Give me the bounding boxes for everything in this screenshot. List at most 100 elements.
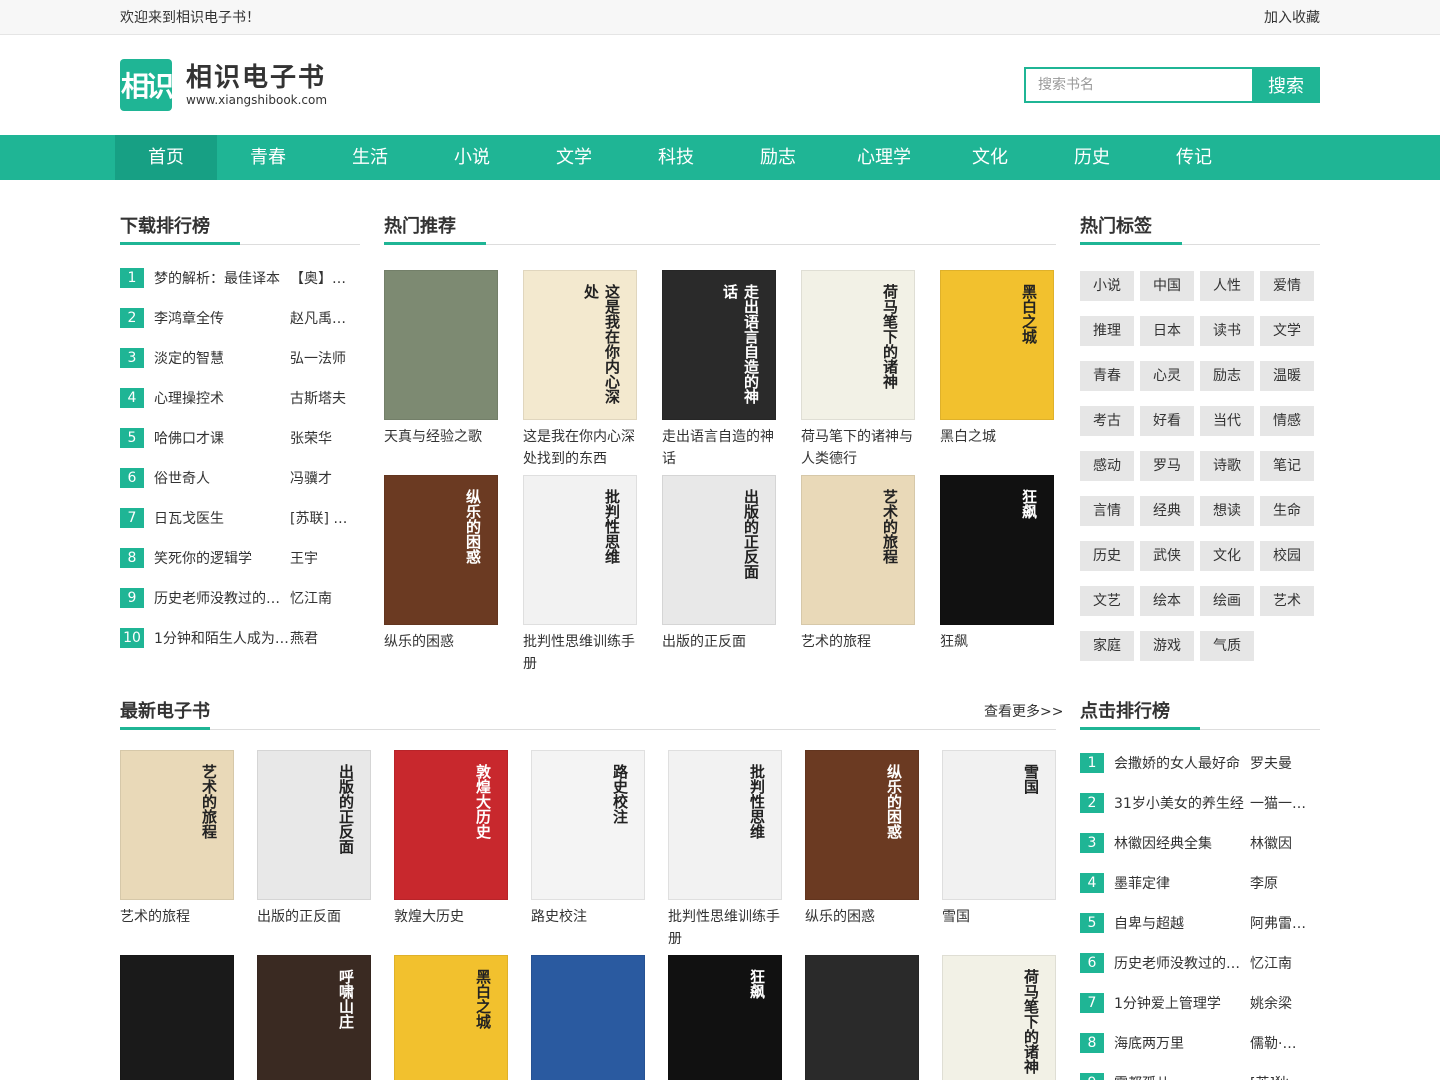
nav-item-9[interactable]: 历史 [1041,135,1143,180]
search-button[interactable]: 搜索 [1252,67,1320,103]
book-title[interactable]: 纵乐的困惑 [805,906,919,928]
tag-1[interactable]: 中国 [1140,271,1194,301]
book-card[interactable] [805,955,919,1080]
tag-32[interactable]: 家庭 [1080,631,1134,661]
nav-item-5[interactable]: 科技 [625,135,727,180]
tag-25[interactable]: 武侠 [1140,541,1194,571]
book-title[interactable]: 艺术的旅程 [120,906,234,928]
rank-book-title[interactable]: 俗世奇人 [154,468,290,488]
book-cover-image[interactable]: 批判性思维 [523,475,637,625]
nav-item-3[interactable]: 小说 [421,135,523,180]
book-card[interactable]: 雪国 雪国 [942,750,1056,928]
nav-item-0[interactable]: 首页 [115,135,217,180]
tag-17[interactable]: 罗马 [1140,451,1194,481]
book-title[interactable]: 天真与经验之歌 [384,426,498,448]
rank-book-title[interactable]: 墨菲定律 [1114,873,1250,893]
tag-0[interactable]: 小说 [1080,271,1134,301]
book-card[interactable]: 天真与经验之歌 [384,270,498,448]
book-card[interactable]: 艺术的旅程 艺术的旅程 [120,750,234,928]
tag-7[interactable]: 文学 [1260,316,1314,346]
book-cover-image[interactable]: 纵乐的困惑 [805,750,919,900]
book-cover-image[interactable]: 出版的正反面 [257,750,371,900]
book-cover-image[interactable]: 纵乐的困惑 [384,475,498,625]
tag-20[interactable]: 言情 [1080,496,1134,526]
book-title[interactable]: 出版的正反面 [662,631,776,653]
rank-item[interactable]: 6 俗世奇人 冯骥才 [120,458,350,498]
book-card[interactable]: 走出语言自造的神话 走出语言自造的神话 [662,270,776,470]
nav-item-4[interactable]: 文学 [523,135,625,180]
rank-item[interactable]: 9 历史老师没教过的历史 忆江南 [120,578,350,618]
book-card[interactable] [531,955,645,1080]
tag-23[interactable]: 生命 [1260,496,1314,526]
book-cover-image[interactable]: 批判性思维 [668,750,782,900]
tag-10[interactable]: 励志 [1200,361,1254,391]
book-card[interactable]: 狂飙 [668,955,782,1080]
rank-item[interactable]: 5 自卑与超越阿弗雷德·阿德勒 [1080,903,1310,943]
book-cover-image[interactable]: 狂飙 [668,955,782,1080]
book-cover-image[interactable]: 艺术的旅程 [120,750,234,900]
tag-3[interactable]: 爱情 [1260,271,1314,301]
tag-24[interactable]: 历史 [1080,541,1134,571]
tag-14[interactable]: 当代 [1200,406,1254,436]
book-title[interactable]: 出版的正反面 [257,906,371,928]
rank-book-title[interactable]: 1分钟和陌生人成为朋友 [154,628,290,648]
rank-item[interactable]: 7 1分钟爱上管理学 姚余梁 [1080,983,1310,1023]
tag-16[interactable]: 感动 [1080,451,1134,481]
rank-item[interactable]: 2 31岁小美女的养生经一猫一世界 [1080,783,1310,823]
rank-book-title[interactable]: 日瓦戈医生 [154,508,290,528]
rank-book-title[interactable]: 林徽因经典全集 [1114,833,1250,853]
book-card[interactable]: 批判性思维批判性思维训练手册 [668,750,782,950]
tag-21[interactable]: 经典 [1140,496,1194,526]
rank-item[interactable]: 4 心理操控术 古斯塔夫 [120,378,350,418]
book-title[interactable]: 雪国 [942,906,1056,928]
book-card[interactable]: 出版的正反面 出版的正反面 [662,475,776,653]
book-card[interactable] [120,955,234,1080]
rank-item[interactable]: 1 会撒娇的女人最好命 罗夫曼 [1080,743,1310,783]
rank-item[interactable]: 3 淡定的智慧 弘一法师 [120,338,350,378]
nav-item-7[interactable]: 心理学 [829,135,939,180]
book-title[interactable]: 敦煌大历史 [394,906,508,928]
nav-item-1[interactable]: 青春 [217,135,319,180]
rank-book-title[interactable]: 心理操控术 [154,388,290,408]
rank-book-title[interactable]: 雾都孤儿 [1114,1073,1250,1080]
book-cover-image[interactable]: 出版的正反面 [662,475,776,625]
rank-book-title[interactable]: 哈佛口才课 [154,428,290,448]
nav-item-8[interactable]: 文化 [939,135,1041,180]
book-title[interactable]: 荷马笔下的诸神与人类德行 [801,426,915,470]
tag-31[interactable]: 艺术 [1260,586,1314,616]
rank-book-title[interactable]: 梦的解析：最佳译本 [154,268,290,288]
rank-book-title[interactable]: 自卑与超越 [1114,913,1250,933]
book-cover-image[interactable]: 敦煌大历史 [394,750,508,900]
rank-book-title[interactable]: 淡定的智慧 [154,348,290,368]
rank-item[interactable]: 10 1分钟和陌生人成为朋友 燕君 [120,618,350,658]
view-more-link[interactable]: 查看更多>> [984,701,1063,721]
tag-26[interactable]: 文化 [1200,541,1254,571]
rank-book-title[interactable]: 1分钟爱上管理学 [1114,993,1250,1013]
book-title[interactable]: 批判性思维训练手册 [668,906,782,950]
book-cover-image[interactable]: 走出语言自造的神话 [662,270,776,420]
site-logo[interactable]: 相识 相识电子书 www.xiangshibook.com [120,59,327,111]
book-title[interactable]: 艺术的旅程 [801,631,915,653]
book-cover-image[interactable] [805,955,919,1080]
nav-item-2[interactable]: 生活 [319,135,421,180]
rank-book-title[interactable]: 李鸿章全传 [154,308,290,328]
book-title[interactable]: 这是我在你内心深处找到的东西 [523,426,637,470]
tag-27[interactable]: 校园 [1260,541,1314,571]
rank-item[interactable]: 5 哈佛口才课 张荣华 [120,418,350,458]
nav-item-10[interactable]: 传记 [1143,135,1245,180]
tag-22[interactable]: 想读 [1200,496,1254,526]
book-cover-image[interactable]: 狂飙 [940,475,1054,625]
book-card[interactable]: 荷马笔下的诸神 [942,955,1056,1080]
book-card[interactable]: 纵乐的困惑 纵乐的困惑 [384,475,498,653]
tag-12[interactable]: 考古 [1080,406,1134,436]
rank-item[interactable]: 1 梦的解析：最佳译本【奥】弗洛伊德 [120,258,350,298]
nav-item-6[interactable]: 励志 [727,135,829,180]
book-cover-image[interactable]: 荷马笔下的诸神 [942,955,1056,1080]
tag-8[interactable]: 青春 [1080,361,1134,391]
tag-2[interactable]: 人性 [1200,271,1254,301]
tag-6[interactable]: 读书 [1200,316,1254,346]
book-title[interactable]: 黑白之城 [940,426,1054,448]
rank-item[interactable]: 8 笑死你的逻辑学 王宇 [120,538,350,578]
tag-4[interactable]: 推理 [1080,316,1134,346]
book-title[interactable]: 批判性思维训练手册 [523,631,637,675]
